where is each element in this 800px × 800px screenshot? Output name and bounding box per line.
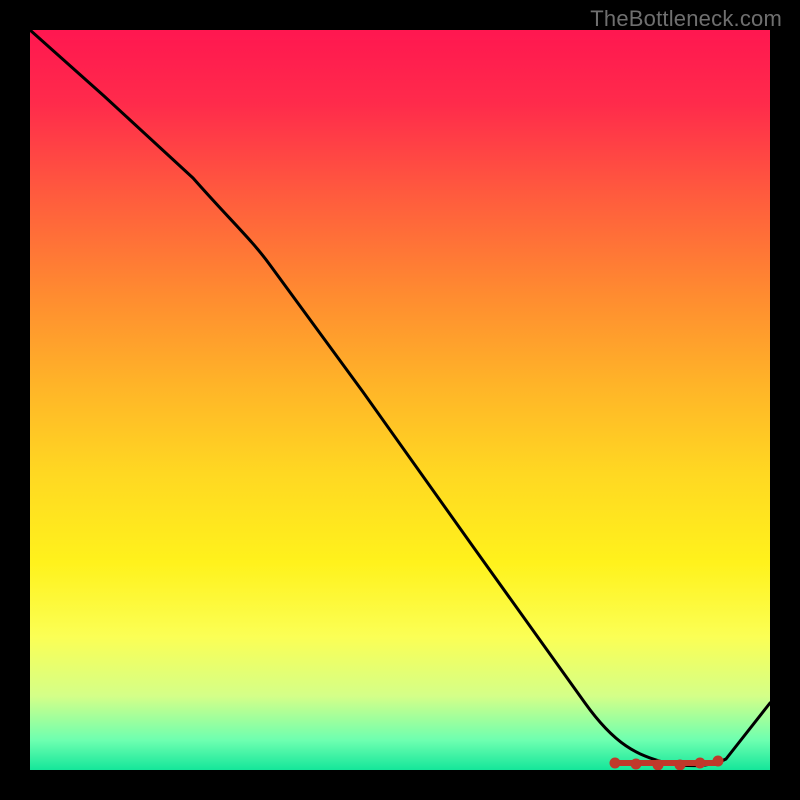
marker-dot (653, 760, 663, 770)
marker-cluster (610, 756, 723, 770)
marker-dot (713, 756, 723, 766)
marker-dot (631, 759, 641, 769)
marker-dot (610, 758, 620, 768)
chart-overlay (30, 30, 770, 770)
bottleneck-curve (30, 30, 770, 766)
marker-dot (675, 760, 685, 770)
plot-area (30, 30, 770, 770)
chart-frame: TheBottleneck.com (0, 0, 800, 800)
marker-dot (695, 758, 705, 768)
watermark-text: TheBottleneck.com (590, 6, 782, 32)
